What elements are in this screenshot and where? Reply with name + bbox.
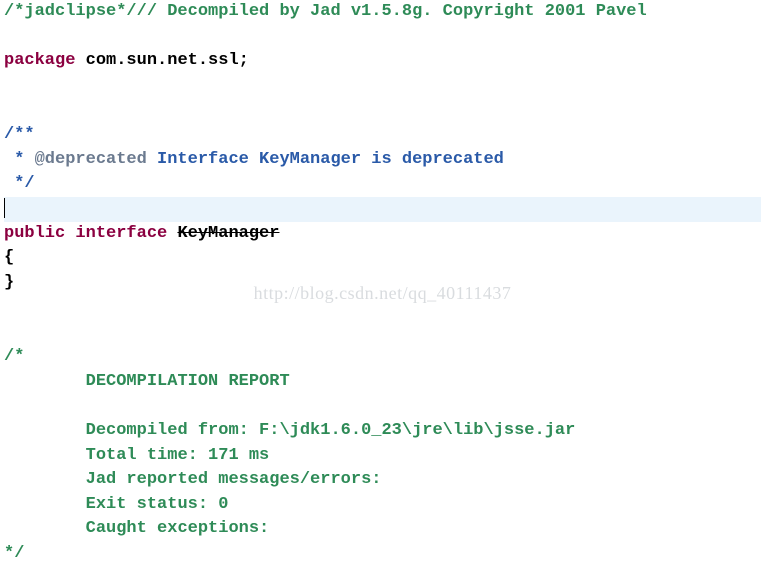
javadoc-open: /** (4, 125, 35, 144)
code-line-blank[interactable] (4, 296, 761, 321)
deprecated-classname: KeyManager (177, 224, 279, 243)
code-line[interactable]: Jad reported messages/errors: (4, 468, 761, 493)
code-line[interactable]: } (4, 271, 761, 296)
package-name: com.sun.net.ssl; (75, 51, 248, 70)
text-cursor (4, 198, 5, 218)
report-from: Decompiled from: F:\jdk1.6.0_23\jre\lib\… (4, 421, 575, 440)
report-title: DECOMPILATION REPORT (4, 372, 290, 391)
comment-close: */ (4, 544, 24, 563)
javadoc-star: * (4, 150, 35, 169)
code-line[interactable]: Total time: 171 ms (4, 444, 761, 469)
code-line-current[interactable] (4, 197, 761, 222)
code-line[interactable]: /* (4, 345, 761, 370)
code-line-blank[interactable] (4, 99, 761, 124)
code-line[interactable]: DECOMPILATION REPORT (4, 370, 761, 395)
comment-open: /* (4, 347, 24, 366)
report-exit: Exit status: 0 (4, 495, 228, 514)
code-line[interactable]: Exit status: 0 (4, 493, 761, 518)
keyword-package: package (4, 51, 75, 70)
code-line[interactable]: { (4, 246, 761, 271)
report-time: Total time: 171 ms (4, 446, 269, 465)
keyword-interface: interface (65, 224, 177, 243)
code-line-blank[interactable] (4, 320, 761, 345)
keyword-public: public (4, 224, 65, 243)
javadoc-close: */ (4, 174, 35, 193)
report-msgs: Jad reported messages/errors: (4, 470, 381, 489)
code-line[interactable]: * @deprecated Interface KeyManager is de… (4, 148, 761, 173)
code-line-blank[interactable] (4, 25, 761, 50)
code-line[interactable]: Decompiled from: F:\jdk1.6.0_23\jre\lib\… (4, 419, 761, 444)
code-editor-viewport[interactable]: /*jadclipse*/// Decompiled by Jad v1.5.8… (4, 0, 761, 567)
code-line[interactable]: package com.sun.net.ssl; (4, 49, 761, 74)
brace-close: } (4, 273, 14, 292)
brace-open: { (4, 248, 14, 267)
code-line[interactable]: /** (4, 123, 761, 148)
javadoc-tag-deprecated: @deprecated (35, 150, 147, 169)
code-line[interactable]: Caught exceptions: (4, 517, 761, 542)
code-line[interactable]: public interface KeyManager (4, 222, 761, 247)
comment-text: // Decompiled by Jad v1.5.8g. Copyright … (137, 2, 647, 21)
javadoc-text: Interface KeyManager is deprecated (147, 150, 504, 169)
code-line-blank[interactable] (4, 74, 761, 99)
code-line-blank[interactable] (4, 394, 761, 419)
report-caught: Caught exceptions: (4, 519, 269, 538)
code-line[interactable]: /*jadclipse*/// Decompiled by Jad v1.5.8… (4, 0, 761, 25)
code-line[interactable]: */ (4, 172, 761, 197)
comment-text: /*jadclipse*/ (4, 2, 137, 21)
code-line[interactable]: */ (4, 542, 761, 567)
